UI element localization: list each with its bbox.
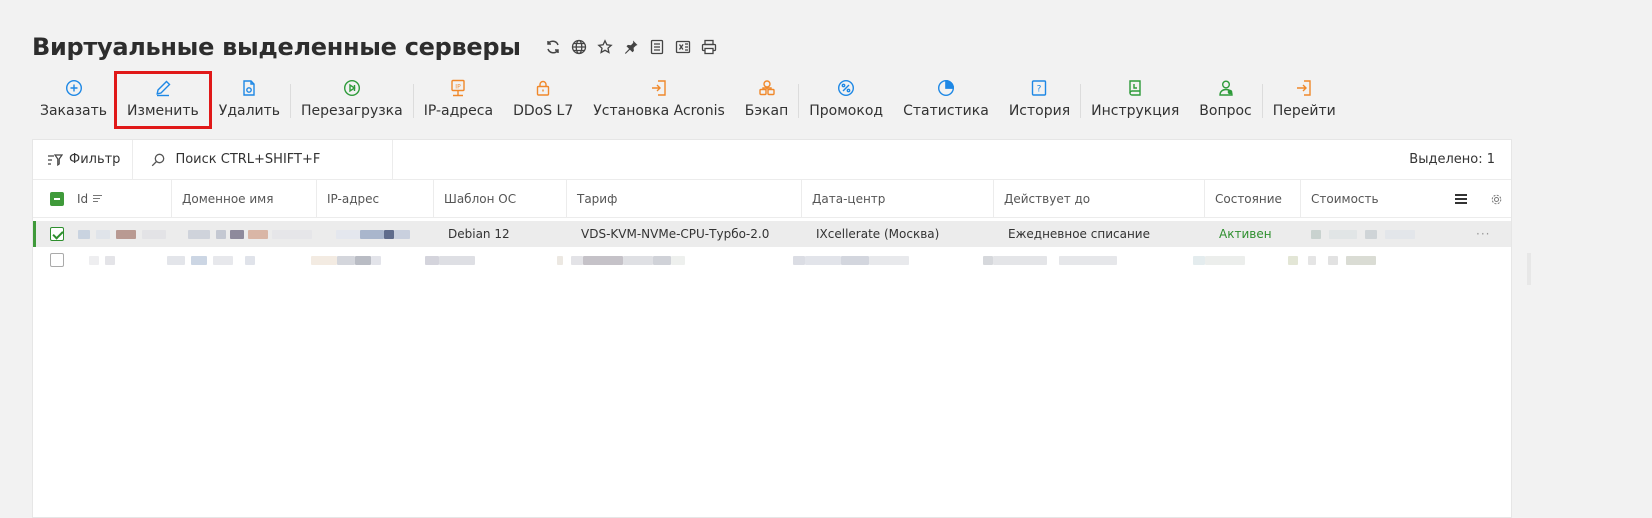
delete-button[interactable]: Удалить: [209, 74, 290, 126]
row-actions-menu[interactable]: ···: [1476, 221, 1490, 247]
row-valid-until-redacted: [983, 247, 1117, 273]
row-ip-redacted: [311, 247, 381, 273]
lock-icon: [533, 78, 553, 98]
column-header-status[interactable]: Состояние: [1204, 180, 1282, 218]
history-button[interactable]: ? История: [999, 74, 1080, 126]
search-box[interactable]: [133, 140, 394, 179]
column-header-domain[interactable]: Доменное имя: [171, 180, 273, 218]
row-cost-redacted: [1288, 247, 1376, 273]
column-header-cost[interactable]: Стоимость: [1300, 180, 1379, 218]
row-tariff-redacted: [557, 247, 685, 273]
column-header-tariff[interactable]: Тариф: [566, 180, 617, 218]
scrollbar[interactable]: [1527, 253, 1531, 285]
filter-button[interactable]: Фильтр: [33, 140, 134, 179]
refresh-icon[interactable]: [543, 37, 563, 57]
title-icons: [543, 37, 719, 57]
sort-icon[interactable]: [92, 194, 103, 204]
globe-icon[interactable]: [569, 37, 589, 57]
ip-addresses-button[interactable]: IP IP-адреса: [414, 74, 503, 126]
excel-icon[interactable]: [673, 37, 693, 57]
support-icon: [1216, 78, 1236, 98]
row-datacenter: IXcellerate (Москва): [816, 227, 940, 241]
edit-button[interactable]: Изменить: [114, 71, 212, 129]
history-icon: ?: [1029, 78, 1049, 98]
action-toolbar: Заказать Изменить Удалить Перезагрузка I…: [30, 71, 1346, 129]
svg-text:IP: IP: [456, 84, 462, 91]
restart-icon: [342, 78, 362, 98]
servers-table-panel: Фильтр Выделено: 1 Id Доменное имя IP-ад…: [32, 139, 1512, 518]
column-header-valid-until[interactable]: Действует до: [993, 180, 1090, 218]
row-datacenter-redacted: [793, 247, 909, 273]
row-tariff: VDS-KVM-NVMe-CPU-Турбо-2.0: [581, 227, 770, 241]
pencil-icon: [153, 78, 173, 98]
table-row[interactable]: [33, 247, 1511, 273]
row-domain-redacted: [167, 247, 255, 273]
restart-button[interactable]: Перезагрузка: [291, 74, 413, 126]
instruction-button[interactable]: Инструкция: [1081, 74, 1189, 126]
select-all-checkbox-cell: [50, 180, 64, 218]
row-valid-until: Ежедневное списание: [1008, 227, 1150, 241]
order-button[interactable]: Заказать: [30, 74, 117, 126]
status-badge: Активен: [1219, 227, 1272, 241]
filter-label: Фильтр: [69, 152, 121, 167]
row-domain-redacted: [188, 221, 312, 247]
pin-icon[interactable]: [621, 37, 641, 57]
percent-icon: [836, 78, 856, 98]
search-icon: [152, 153, 165, 166]
row-checkbox[interactable]: [50, 227, 64, 241]
row-checkbox-cell: [50, 247, 64, 273]
row-os: Debian 12: [448, 227, 510, 241]
question-button[interactable]: Вопрос: [1189, 74, 1261, 126]
table-header: Id Доменное имя IP-адрес Шаблон ОС Тариф…: [33, 180, 1511, 218]
book-icon: [1125, 78, 1145, 98]
row-checkbox-cell: [50, 221, 64, 247]
search-input[interactable]: [175, 152, 386, 167]
statistics-button[interactable]: Статистика: [893, 74, 999, 126]
ip-icon: IP: [448, 78, 468, 98]
promocode-button[interactable]: Промокод: [799, 74, 893, 126]
title-row: Виртуальные выделенные серверы: [32, 30, 719, 64]
backup-icon: [757, 78, 777, 98]
plus-circle-icon: [64, 78, 84, 98]
page-title: Виртуальные выделенные серверы: [32, 33, 521, 61]
row-cost-redacted: [1311, 221, 1415, 247]
row-status-redacted: [1193, 247, 1245, 273]
select-all-checkbox[interactable]: [50, 192, 64, 206]
row-ip-redacted: [336, 221, 410, 247]
column-menu-icon[interactable]: [1455, 180, 1467, 218]
print-icon[interactable]: [699, 37, 719, 57]
goto-icon: [1294, 78, 1314, 98]
row-id-redacted: [78, 221, 166, 247]
column-header-os-template[interactable]: Шаблон ОС: [433, 180, 516, 218]
pie-chart-icon: [936, 78, 956, 98]
ddos-l7-button[interactable]: DDoS L7: [503, 74, 583, 126]
column-settings-icon[interactable]: [1491, 180, 1502, 218]
selected-count: Выделено: 1: [1409, 152, 1495, 167]
filter-bar: Фильтр Выделено: 1: [33, 140, 1511, 180]
backup-button[interactable]: Бэкап: [735, 74, 798, 126]
column-header-id[interactable]: Id: [77, 180, 103, 218]
notes-icon[interactable]: [647, 37, 667, 57]
install-acronis-button[interactable]: Установка Acronis: [583, 74, 735, 126]
column-header-datacenter[interactable]: Дата-центр: [801, 180, 885, 218]
row-os-redacted: [425, 247, 475, 273]
svg-text:?: ?: [1037, 85, 1042, 95]
row-checkbox[interactable]: [50, 253, 64, 267]
column-header-ip[interactable]: IP-адрес: [316, 180, 379, 218]
goto-button[interactable]: Перейти: [1263, 74, 1346, 126]
row-id-redacted: [89, 247, 115, 273]
install-icon: [649, 78, 669, 98]
star-icon[interactable]: [595, 37, 615, 57]
table-row[interactable]: Debian 12 VDS-KVM-NVMe-CPU-Турбо-2.0 IXc…: [33, 221, 1511, 247]
filter-icon: [48, 153, 63, 166]
delete-doc-icon: [239, 78, 259, 98]
